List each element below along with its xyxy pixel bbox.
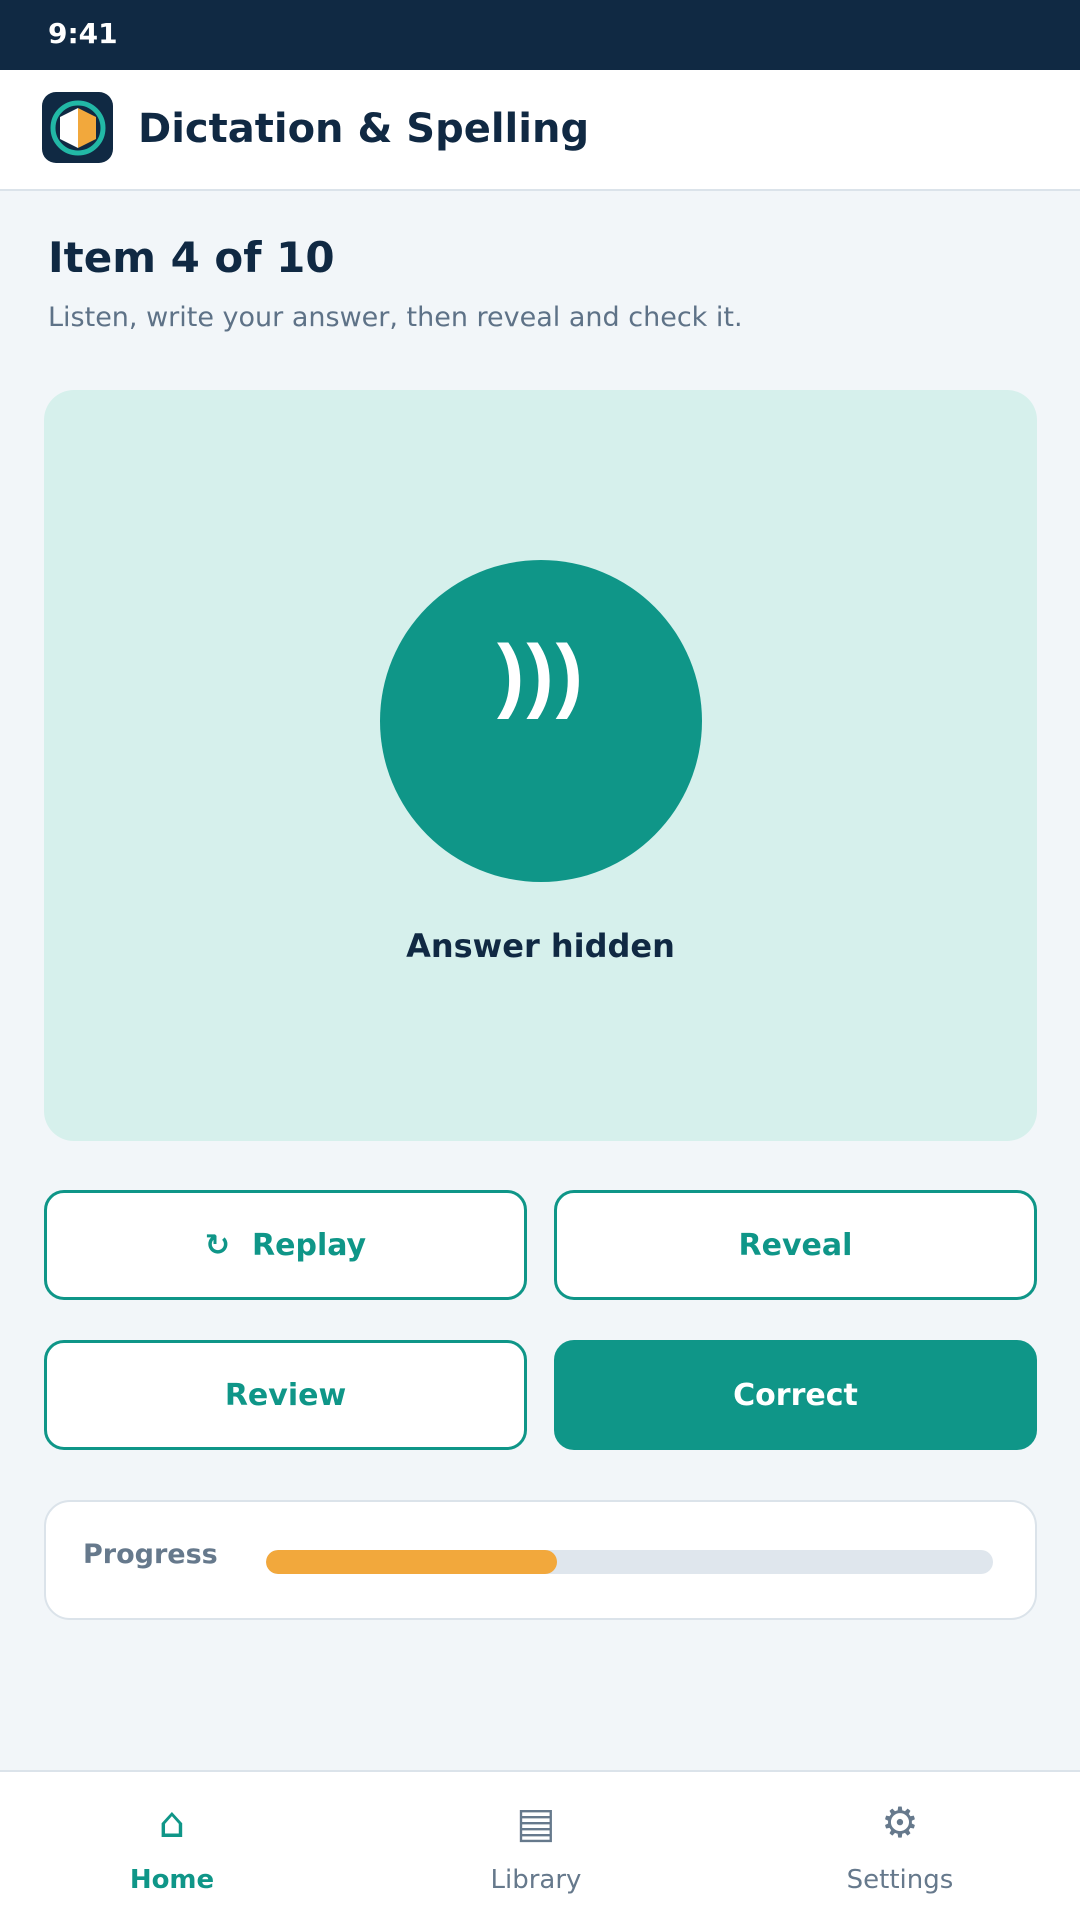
- review-label: Review: [224, 1377, 347, 1413]
- status-bar: 9:41: [0, 0, 1080, 70]
- item-counter-title: Item 4 of 10: [48, 233, 335, 282]
- correct-label: Correct: [733, 1377, 858, 1413]
- audio-card: ))) Answer hidden: [44, 390, 1037, 1141]
- nav-label-home: Home: [129, 1865, 215, 1895]
- nav-label-library: Library: [490, 1865, 582, 1895]
- dictation-screen: 9:41 Dictation & Spelling Item 4 of 10 L…: [0, 0, 1080, 1920]
- instructions-text: Listen, write your answer, then reveal a…: [48, 302, 743, 333]
- review-button[interactable]: Review: [44, 1340, 527, 1450]
- replay-button[interactable]: ↻ Replay: [44, 1190, 527, 1300]
- app-logo: [42, 92, 113, 163]
- progress-bar: [266, 1550, 993, 1574]
- bottom-nav: ⌂ Home ▤ Library ⚙ Settings: [0, 1770, 1080, 1920]
- status-time: 9:41: [48, 17, 118, 50]
- progress-card: Progress: [44, 1500, 1037, 1620]
- reveal-label: Reveal: [738, 1227, 853, 1263]
- replay-icon: ↻: [204, 1227, 231, 1263]
- nav-item-home[interactable]: ⌂ Home: [52, 1772, 292, 1920]
- reveal-button[interactable]: Reveal: [554, 1190, 1037, 1300]
- app-title: Dictation & Spelling: [138, 106, 590, 152]
- nav-item-library[interactable]: ▤ Library: [416, 1772, 656, 1920]
- correct-button[interactable]: Correct: [554, 1340, 1037, 1450]
- nav-label-settings: Settings: [846, 1865, 954, 1895]
- answer-status: Answer hidden: [406, 927, 675, 965]
- progress-label: Progress: [83, 1539, 218, 1570]
- progress-fill: [266, 1550, 557, 1574]
- nav-item-settings[interactable]: ⚙ Settings: [780, 1772, 1020, 1920]
- app-header: Dictation & Spelling: [0, 70, 1080, 191]
- home-icon: ⌂: [158, 1798, 186, 1847]
- library-icon: ▤: [516, 1798, 556, 1847]
- gear-icon: ⚙: [881, 1798, 919, 1847]
- play-audio-button[interactable]: ))): [380, 560, 702, 882]
- replay-label: Replay: [252, 1227, 367, 1263]
- speaker-waves-icon: ))): [497, 629, 585, 720]
